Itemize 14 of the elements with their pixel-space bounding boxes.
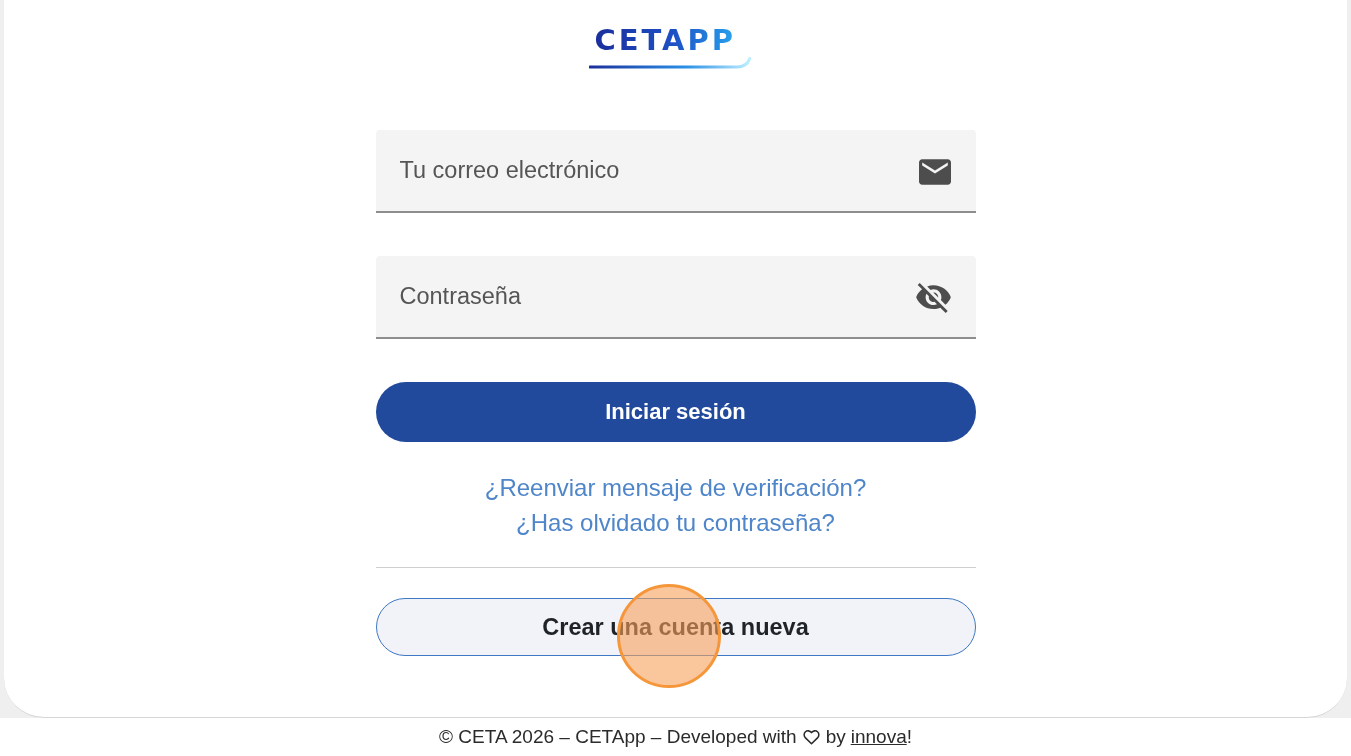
- create-account-button[interactable]: Crear una cuenta nueva: [375, 598, 976, 656]
- eye-off-icon[interactable]: [915, 282, 951, 313]
- footer-text: by: [825, 725, 846, 748]
- footer-text: !: [906, 725, 912, 748]
- envelope-icon: [918, 158, 951, 185]
- email-field[interactable]: Tu correo electrónico: [375, 130, 976, 213]
- password-field[interactable]: Contraseña: [375, 256, 976, 339]
- login-button[interactable]: Iniciar sesión: [375, 382, 976, 442]
- footer-link[interactable]: innova: [850, 725, 907, 748]
- heart-icon: [802, 728, 820, 745]
- text-link[interactable]: ¿Reenviar mensaje de verificación?: [484, 470, 867, 505]
- footer-text: © CETA 2026 – CETApp – Developed with: [439, 725, 797, 748]
- swoosh-icon: [588, 57, 751, 69]
- text-link[interactable]: ¿Has olvidado tu contraseña?: [516, 505, 835, 540]
